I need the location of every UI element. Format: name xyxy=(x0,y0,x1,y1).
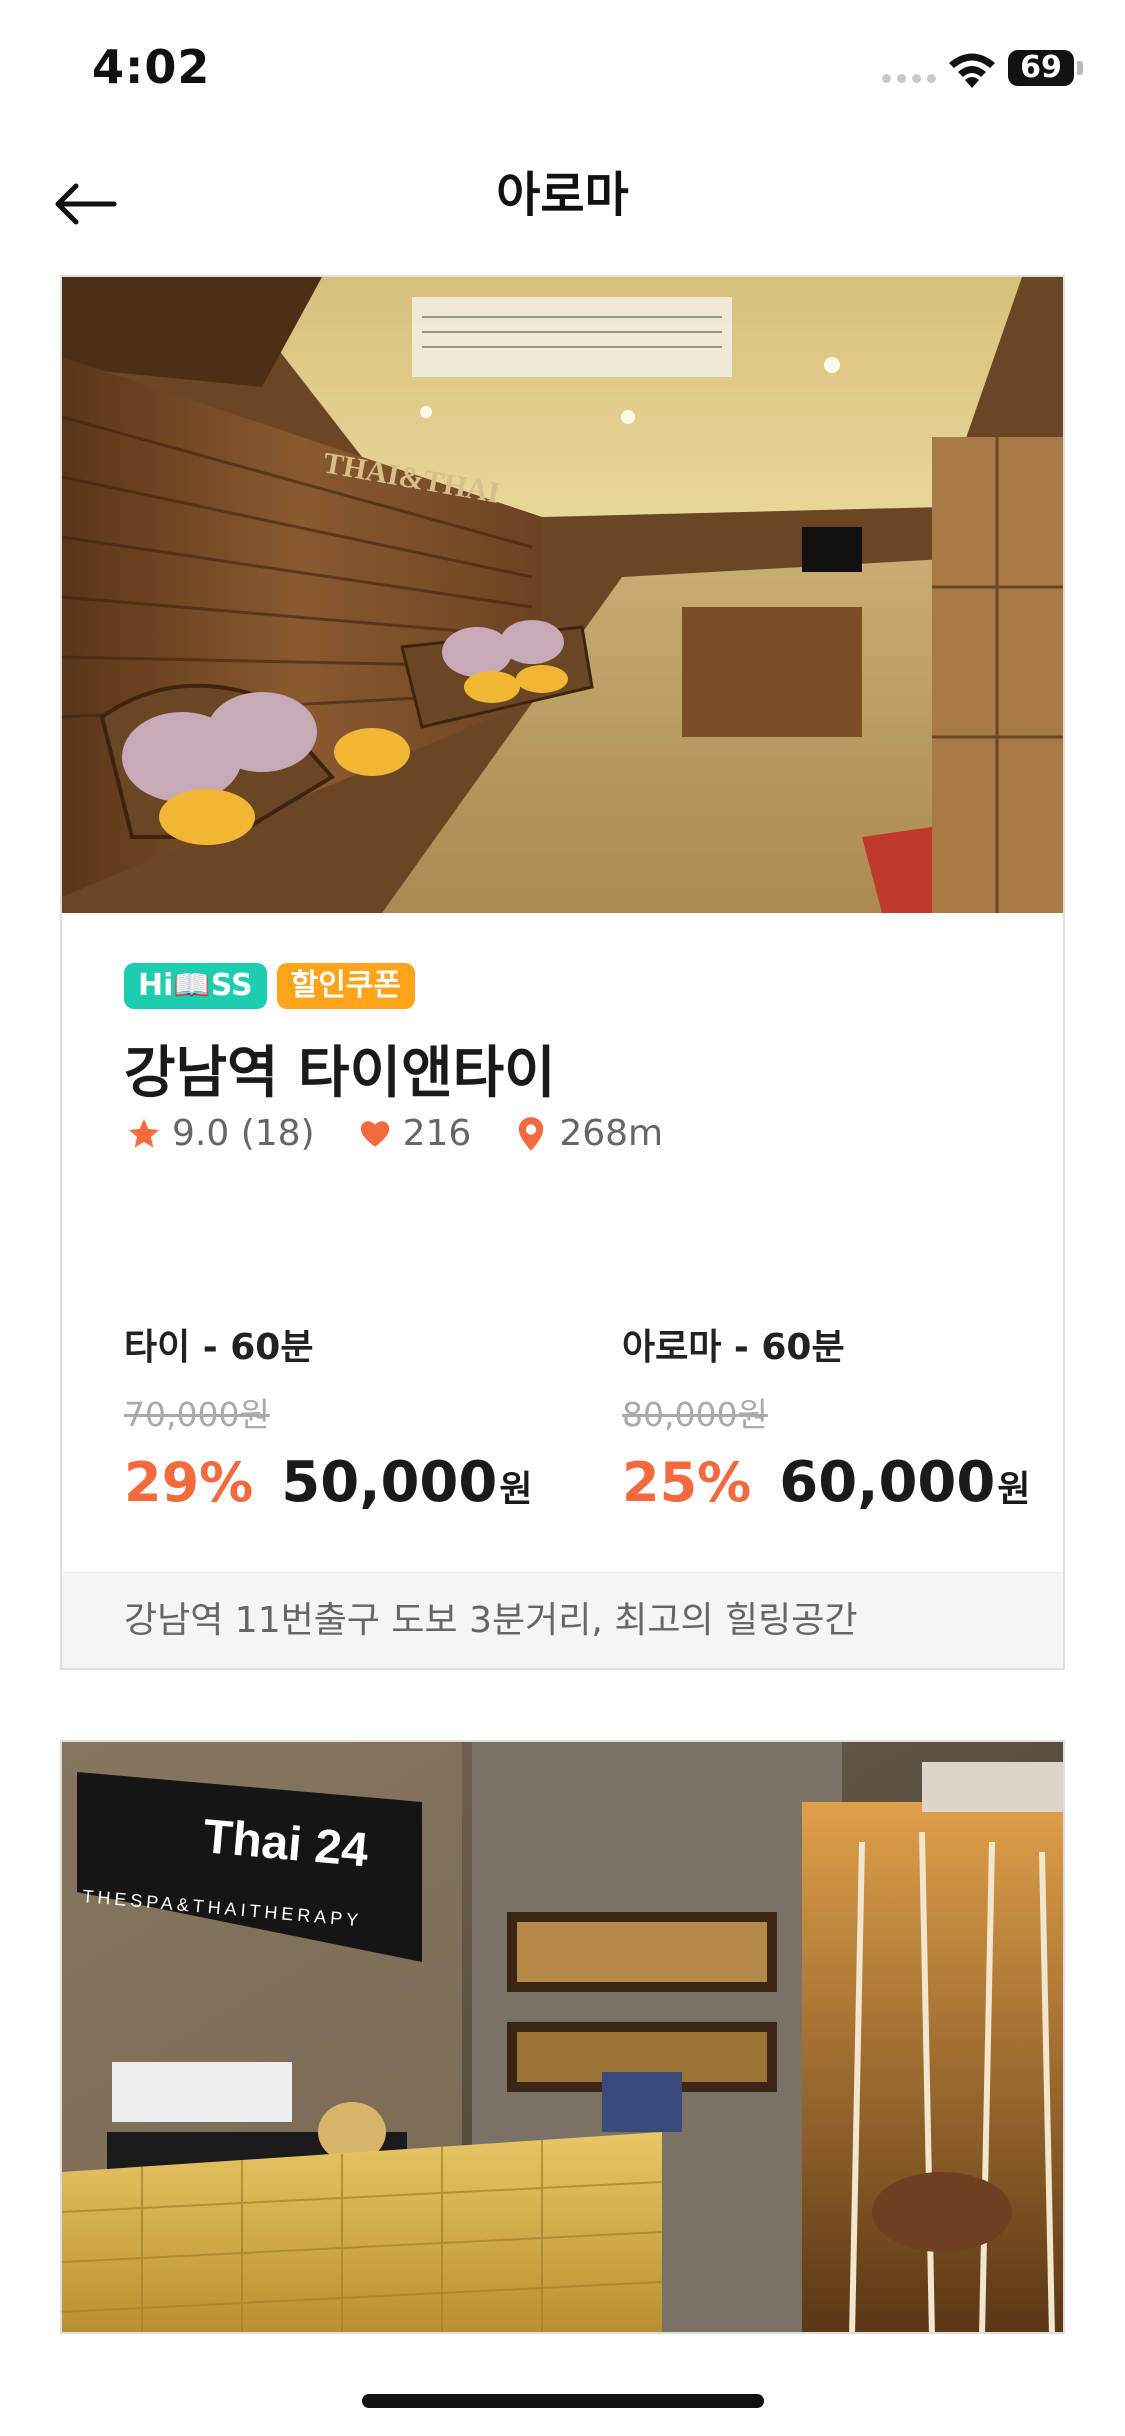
likes-count: 216 xyxy=(402,1113,472,1154)
final-price-row: 25% 60,000 원 xyxy=(622,1450,1042,1515)
shop-photo: THAI&THAI xyxy=(62,277,1063,913)
status-time: 4:02 xyxy=(92,40,211,94)
shop-description: 강남역 11번출구 도보 3분거리, 최고의 힐링공간 xyxy=(62,1572,1063,1668)
course-name: 아로마 - 60분 xyxy=(622,1327,845,1368)
shop-name: 강남역 타이앤타이 xyxy=(124,1041,556,1106)
location-pin-icon xyxy=(511,1114,551,1154)
rating-text: 9.0 (18) xyxy=(172,1113,315,1154)
discount-rate: 25% xyxy=(622,1451,752,1514)
arrow-left-icon xyxy=(55,183,117,225)
course-price-aroma: 아로마 - 60분 80,000원 25% 60,000 원 xyxy=(622,1318,1042,1515)
course-price-thai: 타이 - 60분 70,000원 29% 50,000 원 xyxy=(124,1318,544,1515)
heart-icon xyxy=(355,1114,395,1154)
final-price: 50,000 xyxy=(281,1450,498,1515)
shop-meta: 9.0 (18) 216 268m xyxy=(124,1113,703,1154)
cellular-signal-icon xyxy=(882,74,936,83)
badge-group: Hi📖SS 할인쿠폰 xyxy=(124,963,416,1009)
coupon-badge: 할인쿠폰 xyxy=(276,963,416,1009)
battery-cap xyxy=(1077,61,1083,75)
currency-unit: 원 xyxy=(997,1469,1031,1510)
shop-card[interactable]: THAI&THAI Hi📖SS 할인쿠폰 강남역 타이앤타이 9.0 (18) … xyxy=(60,275,1065,1670)
wifi-icon xyxy=(949,53,995,88)
home-indicator xyxy=(362,2394,764,2408)
original-price: 70,000원 xyxy=(124,1395,270,1434)
hipass-badge: Hi📖SS xyxy=(124,963,267,1009)
shop-card[interactable]: Thai 24 THESPA&THAITHERAPY xyxy=(60,1740,1065,2334)
status-bar: 4:02 69 xyxy=(0,0,1125,135)
final-price-row: 29% 50,000 원 xyxy=(124,1450,544,1515)
currency-unit: 원 xyxy=(499,1469,533,1510)
nav-header: 아로마 xyxy=(0,135,1125,275)
star-icon xyxy=(124,1114,164,1154)
course-name: 타이 - 60분 xyxy=(124,1327,314,1368)
spa-interior-image: THAI&THAI xyxy=(62,277,1063,913)
discount-rate: 29% xyxy=(124,1451,254,1514)
back-button[interactable] xyxy=(40,169,130,239)
page-title: 아로마 xyxy=(496,167,629,223)
spa-reception-image: Thai 24 THESPA&THAITHERAPY xyxy=(62,1742,1063,2332)
card-body: Hi📖SS 할인쿠폰 강남역 타이앤타이 9.0 (18) 216 268m 타… xyxy=(62,913,1063,1573)
distance-text: 268m xyxy=(559,1113,664,1154)
shop-photo: Thai 24 THESPA&THAITHERAPY xyxy=(62,1742,1063,2332)
original-price: 80,000원 xyxy=(622,1395,768,1434)
battery-icon: 69 xyxy=(1008,50,1074,86)
final-price: 60,000 xyxy=(779,1450,996,1515)
